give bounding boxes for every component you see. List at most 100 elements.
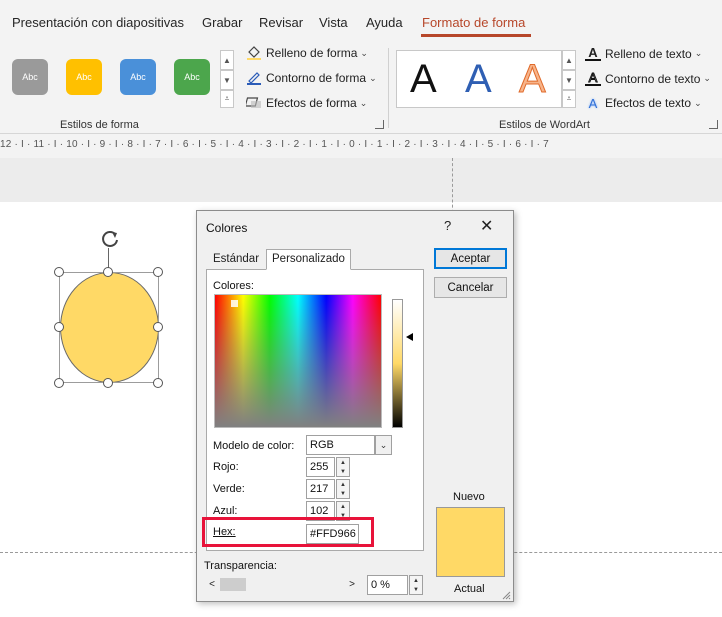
text-fill-button[interactable]: A Relleno de texto ⌄: [585, 45, 703, 61]
gallery-down-button[interactable]: ▼: [220, 70, 234, 90]
red-label: Rojo:: [213, 461, 239, 473]
paint-bucket-icon: [246, 46, 262, 60]
color-model-select[interactable]: RGB: [306, 435, 375, 455]
tab-grabar[interactable]: Grabar: [202, 15, 242, 30]
gallery-up-button[interactable]: ▲: [220, 50, 234, 70]
text-effects-button[interactable]: A Efectos de texto ⌄: [585, 95, 702, 111]
shape-style-orange[interactable]: Abc: [66, 59, 102, 95]
resize-handle-top-right[interactable]: [153, 267, 163, 277]
crosshair-icon: [231, 296, 238, 307]
menu-bar: Presentación con diapositivas Grabar Rev…: [0, 0, 722, 40]
resize-handle-right[interactable]: [153, 322, 163, 332]
red-spinner[interactable]: ▲ ▼: [336, 457, 350, 477]
canvas-margin: [0, 158, 722, 202]
colors-label: Colores:: [213, 280, 254, 292]
luminance-arrow-icon[interactable]: [406, 333, 413, 341]
ribbon: Abc Abc Abc Abc ▲ ▼ ⩡ Relleno de forma ⌄ …: [0, 40, 722, 134]
shape-style-blue[interactable]: Abc: [120, 59, 156, 95]
gallery-more-button[interactable]: ⩡: [220, 90, 234, 108]
cancel-button[interactable]: Cancelar: [434, 277, 507, 298]
shape-effects-button[interactable]: Efectos de forma ⌄: [246, 96, 367, 110]
pen-icon: [246, 71, 262, 85]
green-spinner[interactable]: ▲ ▼: [336, 479, 350, 499]
wordart-styles-launcher[interactable]: [709, 120, 718, 129]
tab-formato-de-forma[interactable]: Formato de forma: [422, 15, 525, 30]
ruler-scale: 12 · I · 11 · I · 10 · I · 9 · I · 8 · I…: [0, 139, 549, 150]
shape-style-gray[interactable]: Abc: [12, 59, 48, 95]
chevron-up-icon: ▲: [565, 55, 573, 65]
spin-down-icon: ▼: [340, 490, 346, 497]
wordart-style-blue[interactable]: A: [465, 57, 492, 102]
wordart-gallery-more-button[interactable]: ⩡: [562, 90, 576, 108]
rotation-stem: [108, 248, 109, 269]
tab-revisar[interactable]: Revisar: [259, 15, 303, 30]
ok-button[interactable]: Aceptar: [434, 248, 507, 269]
new-color-label: Nuevo: [453, 491, 485, 503]
resize-grip-icon[interactable]: [501, 589, 511, 600]
text-outline-icon: A: [585, 70, 601, 86]
wordart-style-orange[interactable]: A: [519, 57, 547, 102]
rotate-handle[interactable]: [99, 228, 121, 250]
rotate-icon: [102, 231, 118, 247]
spin-up-icon: ▲: [340, 481, 346, 488]
dropdown-arrow-icon: ⌄: [369, 72, 377, 83]
transparency-spinner[interactable]: ▲ ▼: [409, 575, 423, 595]
transparency-label: Transparencia:: [204, 560, 277, 572]
dropdown-arrow-icon: ⌄: [359, 97, 368, 108]
scroll-left-icon[interactable]: <: [206, 576, 218, 593]
spin-up-icon: ▲: [340, 503, 346, 510]
resize-handle-bottom[interactable]: [103, 378, 113, 388]
shape-fill-button[interactable]: Relleno de forma ⌄: [246, 46, 368, 60]
wordart-style-black[interactable]: A: [410, 57, 437, 102]
shape-styles-launcher[interactable]: [375, 120, 384, 129]
more-icon: ⩡: [566, 94, 572, 103]
resize-handle-left[interactable]: [54, 322, 64, 332]
text-effects-icon: A: [588, 95, 598, 111]
scroll-right-icon[interactable]: >: [346, 576, 358, 593]
red-input[interactable]: 255: [306, 457, 335, 477]
close-button[interactable]: ✕: [480, 216, 493, 236]
transparency-slider-thumb[interactable]: [220, 578, 246, 591]
resize-handle-top[interactable]: [103, 267, 113, 277]
spin-down-icon: ▼: [413, 586, 419, 593]
group-separator: [388, 48, 389, 128]
wordart-gallery: A A A: [396, 50, 562, 108]
tab-presentacion[interactable]: Presentación con diapositivas: [12, 15, 184, 30]
color-preview: [436, 507, 505, 577]
dropdown-arrow-icon: ⌄: [694, 48, 703, 58]
blue-label: Azul:: [213, 505, 238, 517]
spin-up-icon: ▲: [340, 459, 346, 466]
help-button[interactable]: ?: [444, 218, 451, 233]
wordart-gallery-down-button[interactable]: ▼: [562, 70, 576, 90]
hex-highlight-box: [202, 517, 374, 547]
chevron-down-icon: ▼: [223, 75, 231, 85]
group-label-shape-styles: Estilos de forma: [60, 119, 139, 131]
shape-outline-button[interactable]: Contorno de forma ⌄: [246, 71, 377, 85]
smart-guide-vertical: [452, 158, 453, 218]
resize-handle-bottom-right[interactable]: [153, 378, 163, 388]
color-spectrum-picker[interactable]: [214, 294, 382, 428]
transparency-input[interactable]: 0 %: [367, 575, 408, 595]
resize-handle-top-left[interactable]: [54, 267, 64, 277]
group-label-wordart-styles: Estilos de WordArt: [499, 119, 590, 131]
transparency-slider[interactable]: < >: [206, 576, 358, 593]
luminance-slider[interactable]: [392, 299, 403, 428]
tab-standard[interactable]: Estándar: [208, 250, 264, 270]
tab-vista[interactable]: Vista: [319, 15, 348, 30]
wordart-gallery-up-button[interactable]: ▲: [562, 50, 576, 70]
text-outline-button[interactable]: A Contorno de texto ⌄: [585, 70, 711, 86]
current-color-label: Actual: [454, 583, 485, 595]
chevron-down-icon: ▼: [565, 75, 573, 85]
active-tab-indicator: [421, 34, 531, 37]
dropdown-arrow-icon: ⌄: [694, 97, 702, 108]
resize-handle-bottom-left[interactable]: [54, 378, 64, 388]
green-input[interactable]: 217: [306, 479, 335, 499]
horizontal-ruler: 12 · I · 11 · I · 10 · I · 9 · I · 8 · I…: [0, 134, 722, 158]
shape-style-green[interactable]: Abc: [174, 59, 210, 95]
selection-box: [59, 272, 159, 383]
more-icon: ⩡: [224, 94, 230, 103]
color-model-dropdown-button[interactable]: ⌄: [375, 435, 392, 455]
tab-ayuda[interactable]: Ayuda: [366, 15, 403, 30]
chevron-down-icon: ⌄: [379, 439, 388, 450]
tab-custom[interactable]: Personalizado: [266, 249, 351, 270]
